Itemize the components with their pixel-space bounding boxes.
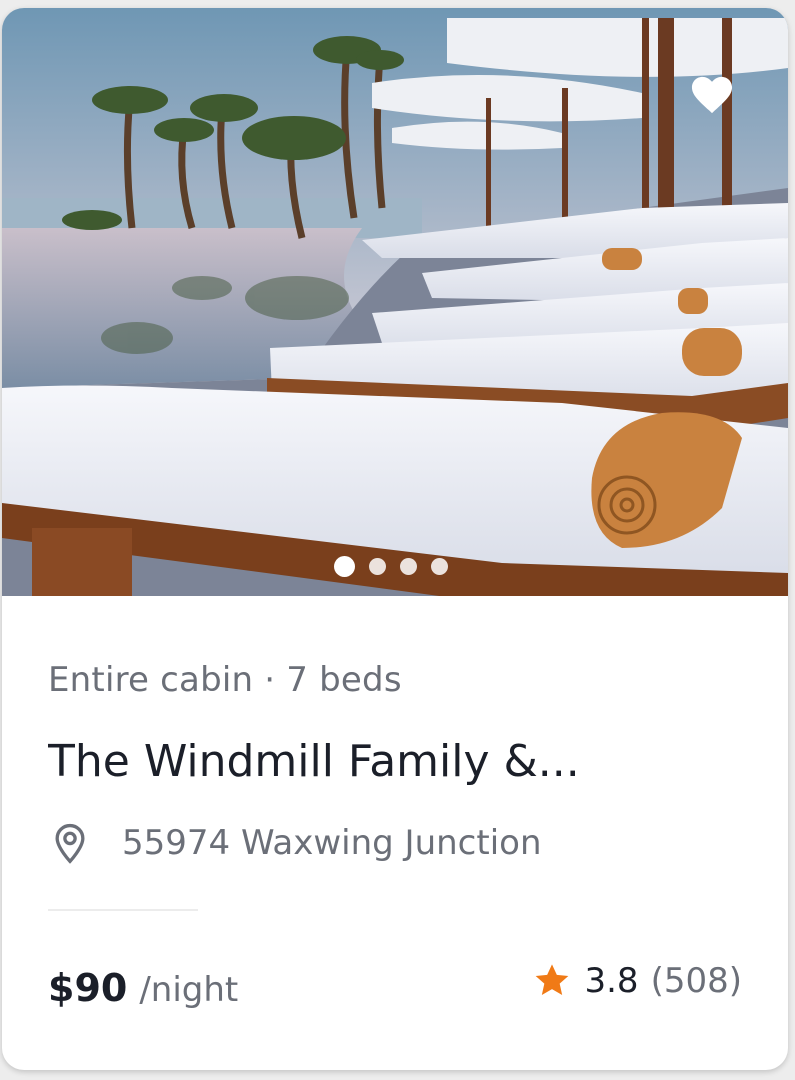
pagination-dot-3[interactable] xyxy=(400,558,417,575)
listing-card[interactable]: Entire cabin · 7 beds The Windmill Famil… xyxy=(2,8,788,1070)
rating-value: 3.8 xyxy=(584,961,639,1001)
heart-icon xyxy=(691,76,733,114)
listing-subtitle: Entire cabin · 7 beds xyxy=(48,660,402,700)
listing-location: 55974 Waxwing Junction xyxy=(48,821,742,865)
favorite-button[interactable] xyxy=(686,68,738,120)
price-unit: /night xyxy=(139,970,239,1010)
price: $90 /night xyxy=(48,966,238,1010)
price-value: $90 xyxy=(48,966,128,1010)
listing-details: Entire cabin · 7 beds The Windmill Famil… xyxy=(2,660,788,1010)
star-icon xyxy=(536,964,569,995)
listing-photo[interactable] xyxy=(2,8,788,596)
listing-footer: $90 /night 3.8 (508) xyxy=(48,961,742,1010)
pagination-dot-2[interactable] xyxy=(369,558,386,575)
pagination-dot-1[interactable] xyxy=(334,556,355,577)
location-text: 55974 Waxwing Junction xyxy=(122,823,542,863)
review-count[interactable]: (508) xyxy=(651,961,742,1001)
listing-title[interactable]: The Windmill Family &... xyxy=(48,736,688,787)
rating: 3.8 (508) xyxy=(532,961,742,1001)
photo-image xyxy=(2,8,788,596)
image-pagination xyxy=(334,556,448,577)
divider xyxy=(48,909,198,911)
pagination-dot-4[interactable] xyxy=(431,558,448,575)
map-pin-icon xyxy=(55,823,85,864)
